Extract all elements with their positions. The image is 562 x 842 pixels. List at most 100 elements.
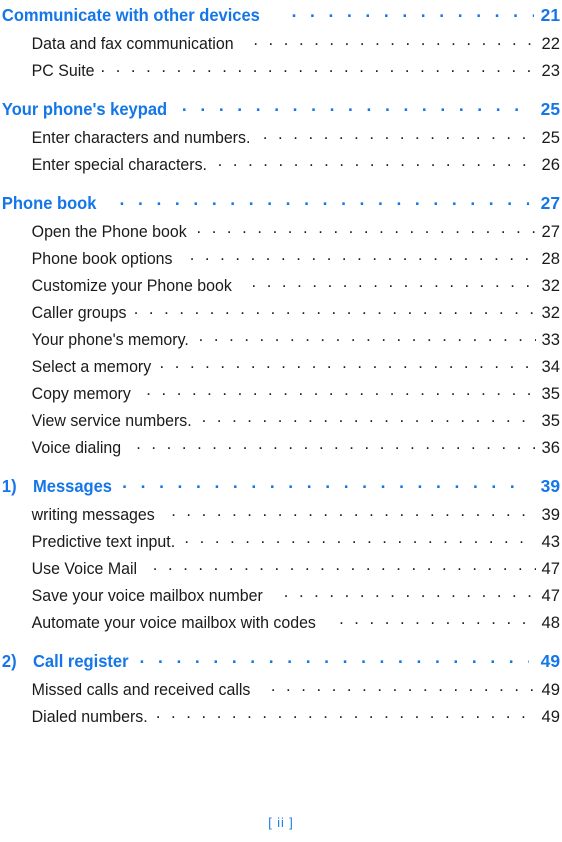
dot-leader: . . . . . . . . . . . . . . . . . . . . … bbox=[122, 477, 529, 492]
entry-page-number: 25 bbox=[541, 127, 560, 147]
dot-leader: . . . . . . . . . . . . . . . . . . . . … bbox=[152, 560, 536, 574]
entry-page-number: 26 bbox=[541, 154, 560, 174]
entry-title: Select a memory bbox=[31, 356, 152, 376]
toc-entry[interactable]: Select a memory . . . . . . . . . . . . .… bbox=[0, 353, 562, 380]
toc-entry[interactable]: Open the Phone book . . . . . . . . . . .… bbox=[0, 218, 562, 245]
dot-leader: . . . . . . . . . . . . . . . . . . . . … bbox=[119, 194, 529, 209]
toc-section-heading[interactable]: 1) Messages . . . . . . . . . . . . . . . … bbox=[0, 471, 562, 501]
section-page-number: 25 bbox=[540, 98, 560, 119]
toc-entry[interactable]: View service numbers. . . . . . . . . . .… bbox=[0, 407, 562, 434]
entry-page-number: 32 bbox=[541, 275, 560, 295]
section-page-number: 49 bbox=[540, 650, 560, 671]
entry-title: Use Voice Mail bbox=[31, 558, 138, 578]
dot-leader: . . . . . . . . . . . . . . . . . . . . … bbox=[217, 156, 536, 170]
entry-title: Dialed numbers. bbox=[31, 706, 148, 726]
page-footer: [ ii ] bbox=[0, 816, 562, 830]
dot-leader: . . . . . . . . . . . . . . . . . . . . … bbox=[159, 358, 537, 372]
dot-leader: . . . . . . . . . . . . . . . . . . . . … bbox=[201, 412, 536, 426]
entry-page-number: 35 bbox=[541, 410, 560, 430]
section-page-number: 39 bbox=[540, 475, 560, 496]
entry-title: Predictive text input. bbox=[31, 531, 176, 551]
section-page-number: 27 bbox=[540, 192, 560, 213]
toc-entry[interactable]: Enter special characters. . . . . . . . .… bbox=[0, 151, 562, 178]
entry-title: Copy memory bbox=[31, 383, 131, 403]
dot-leader: . . . . . . . . . . . . . . . . . . . . … bbox=[196, 223, 536, 237]
entry-title: Save your voice mailbox number bbox=[31, 585, 263, 605]
entry-page-number: 39 bbox=[541, 504, 560, 524]
toc-entry[interactable]: Data and fax communication . . . . . . . … bbox=[0, 30, 562, 57]
entry-page-number: 36 bbox=[541, 437, 560, 457]
dot-leader: . . . . . . . . . . . . . . . . . . . . … bbox=[262, 129, 536, 143]
section-number-marker: 2) bbox=[1, 650, 17, 671]
dot-leader: . . . . . . . . . . . . . . . . . . . . … bbox=[171, 506, 536, 520]
toc-entry[interactable]: Dialed numbers. . . . . . . . . . . . . .… bbox=[0, 703, 562, 730]
entry-title: Data and fax communication bbox=[31, 33, 234, 53]
dot-leader: . . . . . . . . . . . . . . . . . . . . … bbox=[270, 681, 536, 695]
section-number-marker: 1) bbox=[1, 475, 17, 496]
entry-title: writing messages bbox=[31, 504, 155, 524]
dot-leader: . . . . . . . . . . . . . . . . . . . . … bbox=[181, 100, 529, 115]
dot-leader: . . . . . . . . . . . . . . . . . . . . … bbox=[139, 652, 529, 667]
dot-leader: . . . . . . . . . . . . . . . . . . . . … bbox=[146, 385, 536, 399]
entry-page-number: 48 bbox=[541, 612, 560, 632]
entry-page-number: 34 bbox=[541, 356, 560, 376]
section-title: Call register bbox=[33, 650, 129, 671]
toc-entry[interactable]: Enter characters and numbers. . . . . . .… bbox=[0, 124, 562, 151]
table-of-contents: Communicate with other devices . . . . . … bbox=[0, 0, 562, 730]
toc-entry[interactable]: writing messages . . . . . . . . . . . . … bbox=[0, 501, 562, 528]
entry-page-number: 23 bbox=[541, 60, 560, 80]
entry-page-number: 49 bbox=[541, 706, 560, 726]
entry-page-number: 27 bbox=[541, 221, 560, 241]
dot-leader: . . . . . . . . . . . . . . . . . . . . … bbox=[251, 277, 536, 291]
entry-page-number: 35 bbox=[541, 383, 560, 403]
section-title: Messages bbox=[33, 475, 112, 496]
toc-entry[interactable]: Automate your voice mailbox with codes . … bbox=[0, 609, 562, 636]
toc-entry[interactable]: Phone book options . . . . . . . . . . . … bbox=[0, 245, 562, 272]
toc-section-block: 1) Messages . . . . . . . . . . . . . . . … bbox=[0, 471, 562, 636]
entry-title: Enter special characters. bbox=[31, 154, 208, 174]
toc-section-heading[interactable]: 2) Call register . . . . . . . . . . . . .… bbox=[0, 646, 562, 676]
entry-title: Open the Phone book bbox=[31, 221, 187, 241]
toc-section-block: Communicate with other devices . . . . . … bbox=[0, 0, 562, 84]
entry-title: PC Suite bbox=[31, 60, 95, 80]
toc-section-block: Phone book . . . . . . . . . . . . . . . … bbox=[0, 188, 562, 461]
dot-leader: . . . . . . . . . . . . . . . . . . . . … bbox=[198, 331, 536, 345]
section-title: Your phone's keypad bbox=[1, 98, 168, 119]
dot-leader: . . . . . . . . . . . . . . . . . . . . … bbox=[184, 533, 536, 547]
entry-page-number: 47 bbox=[541, 585, 560, 605]
entry-title: View service numbers. bbox=[31, 410, 192, 430]
dot-leader: . . . . . . . . . . . . . . . . . . . . … bbox=[100, 62, 536, 76]
entry-title: Caller groups bbox=[31, 302, 127, 322]
entry-title: Phone book options bbox=[31, 248, 173, 268]
toc-entry[interactable]: Your phone's memory. . . . . . . . . . . … bbox=[0, 326, 562, 353]
dot-leader: . . . . . . . . . . . . . . . . . . . . … bbox=[339, 614, 536, 628]
toc-entry[interactable]: Customize your Phone book . . . . . . . .… bbox=[0, 272, 562, 299]
footer-page-number: [ ii ] bbox=[268, 816, 294, 830]
toc-entry[interactable]: Save your voice mailbox number . . . . . … bbox=[0, 582, 562, 609]
entry-title: Enter characters and numbers. bbox=[31, 127, 251, 147]
section-title: Communicate with other devices bbox=[1, 4, 260, 25]
dot-leader: . . . . . . . . . . . . . . . . . . . . … bbox=[155, 708, 536, 722]
toc-entry[interactable]: Use Voice Mail . . . . . . . . . . . . . … bbox=[0, 555, 562, 582]
section-title: Phone book bbox=[1, 192, 97, 213]
dot-leader: . . . . . . . . . . . . . . . . . . . . … bbox=[136, 439, 536, 453]
toc-entry[interactable]: Predictive text input. . . . . . . . . . … bbox=[0, 528, 562, 555]
toc-section-block: Your phone's keypad . . . . . . . . . . .… bbox=[0, 94, 562, 178]
toc-section-heading[interactable]: Communicate with other devices . . . . . … bbox=[0, 0, 562, 30]
toc-section-heading[interactable]: Phone book . . . . . . . . . . . . . . . … bbox=[0, 188, 562, 218]
toc-entry[interactable]: Voice dialing . . . . . . . . . . . . . .… bbox=[0, 434, 562, 461]
entry-page-number: 47 bbox=[541, 558, 560, 578]
toc-entry[interactable]: Copy memory . . . . . . . . . . . . . . .… bbox=[0, 380, 562, 407]
entry-title: Voice dialing bbox=[31, 437, 122, 457]
dot-leader: . . . . . . . . . . . . . . . . . . . . … bbox=[133, 304, 536, 318]
dot-leader: . . . . . . . . . . . . . . . . . . . . … bbox=[253, 35, 536, 49]
section-page-number: 21 bbox=[540, 4, 560, 25]
entry-title: Automate your voice mailbox with codes bbox=[31, 612, 316, 632]
entry-page-number: 28 bbox=[541, 248, 560, 268]
toc-entry[interactable]: Caller groups . . . . . . . . . . . . . .… bbox=[0, 299, 562, 326]
toc-section-block: 2) Call register . . . . . . . . . . . . .… bbox=[0, 646, 562, 730]
toc-entry[interactable]: PC Suite . . . . . . . . . . . . . . . . … bbox=[0, 57, 562, 84]
toc-entry[interactable]: Missed calls and received calls . . . . .… bbox=[0, 676, 562, 703]
entry-title: Missed calls and received calls bbox=[31, 679, 251, 699]
toc-section-heading[interactable]: Your phone's keypad . . . . . . . . . . .… bbox=[0, 94, 562, 124]
